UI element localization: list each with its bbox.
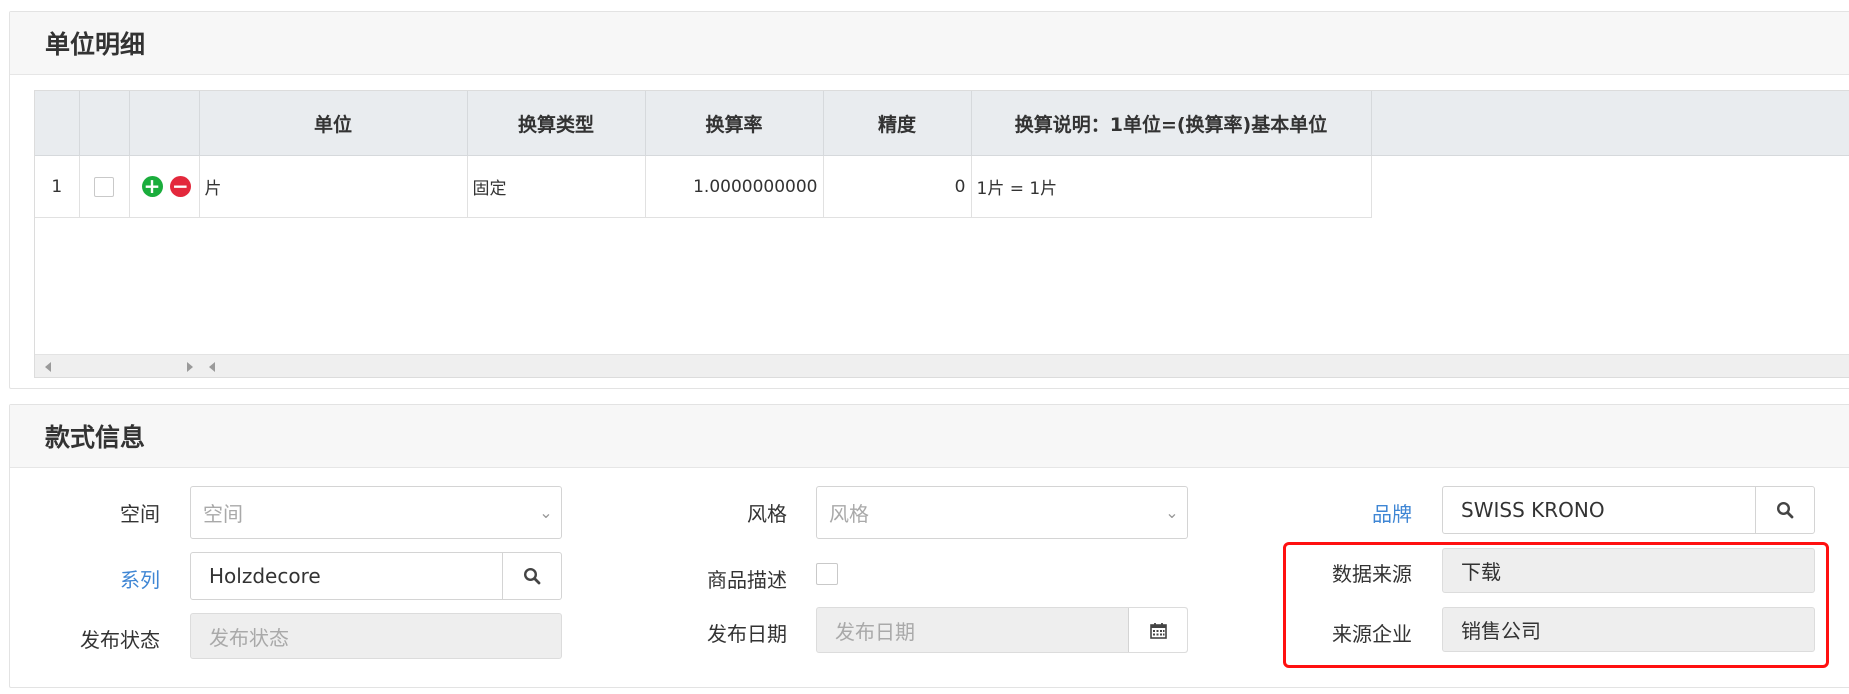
cell-rate[interactable]: 1.0000000000: [645, 155, 824, 218]
publish-date-label: 发布日期: [707, 622, 787, 646]
chevron-down-icon: ⌄: [1165, 503, 1179, 522]
publish-date-field: 发布日期: [816, 607, 1188, 653]
publish-status-placeholder: 发布状态: [209, 625, 289, 650]
horizontal-scrollbar[interactable]: [35, 354, 1849, 377]
series-label[interactable]: 系列: [10, 564, 160, 593]
col-actions-header: [129, 91, 200, 156]
series-field[interactable]: Holzdecore: [190, 552, 562, 600]
scroll-left-arrow-icon[interactable]: [209, 362, 215, 372]
unit-detail-header: 单位明细: [10, 12, 1849, 75]
publish-date-placeholder: 发布日期: [835, 619, 915, 644]
row-actions-cell: + −: [129, 155, 200, 218]
plus-circle-icon[interactable]: +: [141, 176, 163, 197]
cell-precision[interactable]: 0: [823, 155, 972, 218]
col-desc-header[interactable]: 换算说明：1单位=(换算率)基本单位: [971, 91, 1372, 156]
series-search-button[interactable]: [502, 553, 561, 599]
scroll-left-arrow-icon[interactable]: [45, 362, 51, 372]
style-select[interactable]: 风格 ⌄: [816, 486, 1188, 539]
calendar-icon: [1149, 622, 1167, 639]
row-checkbox-cell: [79, 155, 130, 218]
brand-search-button[interactable]: [1755, 487, 1814, 533]
col-unit-header[interactable]: 单位: [199, 91, 468, 156]
unit-detail-panel: 单位明细 单位 换算类型 换算率 精度 换算说明：1单位=(换算率)基本单位 1…: [9, 11, 1849, 389]
grid-header-filler: [1371, 91, 1849, 156]
space-select[interactable]: 空间 ⌄: [190, 486, 562, 539]
series-value[interactable]: Holzdecore: [191, 564, 502, 588]
unit-table: 单位 换算类型 换算率 精度 换算说明：1单位=(换算率)基本单位 1 + −: [35, 91, 1372, 218]
description-label: 商品描述: [707, 568, 787, 592]
unit-grid: 单位 换算类型 换算率 精度 换算说明：1单位=(换算率)基本单位 1 + −: [34, 90, 1849, 378]
row-number: 1: [35, 155, 80, 218]
cell-unit[interactable]: 片: [199, 155, 468, 218]
space-placeholder: 空间: [203, 502, 243, 526]
publish-status-label: 发布状态: [80, 628, 160, 652]
col-type-header[interactable]: 换算类型: [467, 91, 646, 156]
brand-label[interactable]: 品牌: [1262, 498, 1412, 527]
grid-header-row: 单位 换算类型 换算率 精度 换算说明：1单位=(换算率)基本单位: [35, 91, 1372, 156]
unit-detail-title: 单位明细: [45, 30, 146, 59]
col-precision-header[interactable]: 精度: [823, 91, 972, 156]
search-icon: [1776, 501, 1794, 519]
calendar-button[interactable]: [1128, 608, 1187, 652]
minus-circle-icon[interactable]: −: [169, 176, 191, 197]
search-icon: [523, 567, 541, 585]
chevron-down-icon: ⌄: [539, 503, 553, 522]
row-checkbox[interactable]: [94, 176, 114, 197]
brand-field[interactable]: SWISS KRONO: [1442, 486, 1815, 534]
col-checkbox-header: [79, 91, 130, 156]
description-checkbox[interactable]: [816, 563, 838, 585]
scroll-right-arrow-icon[interactable]: [187, 362, 193, 372]
style-info-title: 款式信息: [45, 423, 146, 452]
publish-status-field: 发布状态: [190, 613, 562, 659]
style-label: 风格: [747, 502, 787, 526]
col-rate-header[interactable]: 换算率: [645, 91, 824, 156]
space-label: 空间: [120, 502, 160, 526]
brand-value[interactable]: SWISS KRONO: [1443, 498, 1755, 522]
cell-desc: 1片 = 1片: [971, 155, 1372, 218]
highlight-box: [1283, 542, 1829, 668]
style-placeholder: 风格: [829, 502, 869, 526]
cell-type[interactable]: 固定: [467, 155, 646, 218]
table-row[interactable]: 1 + − 片 固定 1.0000000000 0 1片 = 1片: [35, 155, 1372, 218]
style-info-header: 款式信息: [10, 405, 1849, 468]
col-rownum-header: [35, 91, 80, 156]
